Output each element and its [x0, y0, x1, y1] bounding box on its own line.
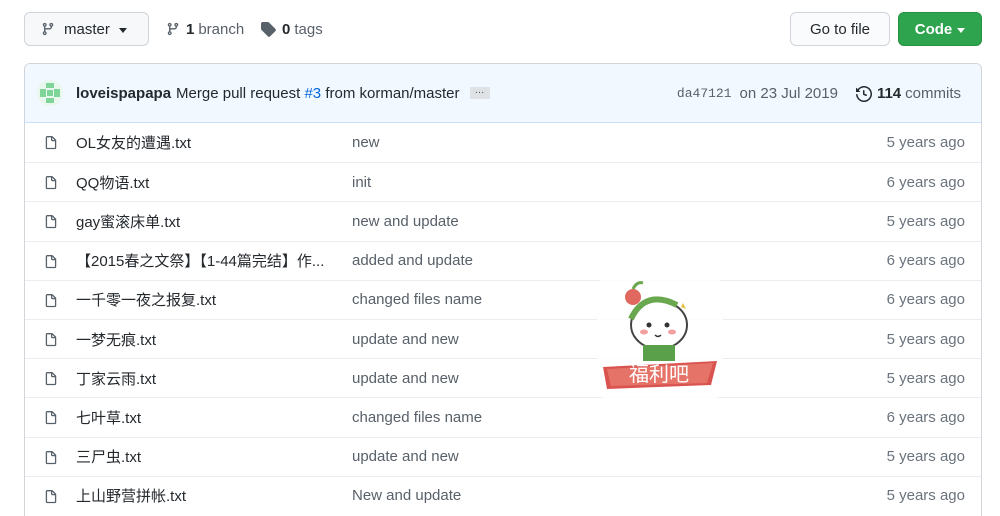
file-age: 5 years ago — [886, 448, 965, 466]
expand-commit-button[interactable]: … — [469, 86, 490, 99]
repo-toolbar: master 1 branch 0 tags Go to file Code — [24, 12, 982, 46]
file-name-link[interactable]: 一千零一夜之报复.txt — [76, 289, 331, 310]
file-name-link[interactable]: 一梦无痕.txt — [76, 329, 331, 350]
file-icon — [45, 372, 57, 386]
file-commit-message[interactable]: update and new — [352, 448, 459, 465]
file-icon — [45, 176, 57, 190]
chevron-down-icon — [118, 27, 127, 33]
file-row[interactable]: QQ物语.txt init 6 years ago — [25, 162, 981, 201]
go-to-file-button[interactable]: Go to file — [790, 12, 890, 46]
file-commit-message[interactable]: New and update — [352, 487, 461, 504]
file-icon — [45, 215, 57, 229]
tag-count: 0 — [282, 20, 291, 38]
branch-select-button[interactable]: master — [24, 12, 149, 46]
watermark: 福利吧 — [597, 275, 723, 401]
commit-count: 114 — [876, 85, 902, 102]
commit-label: commits — [905, 85, 961, 102]
file-age: 5 years ago — [886, 212, 965, 230]
file-name-link[interactable]: gay蜜滚床单.txt — [76, 211, 331, 232]
file-row[interactable]: OL女友的遭遇.txt new 5 years ago — [25, 123, 981, 162]
file-row[interactable]: 一千零一夜之报复.txt changed files name 6 years ag… — [25, 279, 981, 319]
file-icon — [45, 450, 57, 464]
file-row[interactable]: gay蜜滚床单.txt new and update 5 years ago — [25, 201, 981, 240]
file-row[interactable]: 上山野营拼帐.txt New and update 5 years ago — [25, 475, 981, 515]
file-row[interactable]: 一梦无痕.txt update and new 5 years ago — [25, 318, 981, 358]
commits-link[interactable]: 114 commits — [855, 85, 961, 102]
code-button-label: Code — [914, 20, 953, 38]
tags-link[interactable]: 0 tags — [260, 12, 323, 46]
commit-message-end: from korman/master — [325, 84, 460, 102]
file-row[interactable]: 丁家云雨.txt update and new 5 years ago — [25, 358, 981, 397]
commit-message-start: Merge pull request — [176, 84, 301, 102]
branches-link[interactable]: 1 branch — [166, 12, 244, 46]
file-row[interactable]: 【2015春之文祭】【1-44篇完结】作... added and update 6… — [25, 240, 981, 280]
branch-name: master — [64, 20, 110, 38]
file-commit-message[interactable]: init — [352, 174, 371, 191]
file-commit-message[interactable]: changed files name — [352, 291, 482, 308]
git-branch-icon — [167, 22, 179, 36]
file-commit-message[interactable]: new — [352, 134, 380, 151]
history-icon — [855, 85, 872, 102]
file-name-link[interactable]: 丁家云雨.txt — [76, 368, 331, 389]
file-age: 6 years ago — [886, 408, 965, 426]
commit-sha[interactable]: da47121 — [677, 86, 732, 101]
branch-count: 1 — [186, 20, 195, 38]
file-commit-message[interactable]: added and update — [352, 252, 473, 269]
file-name-link[interactable]: 三尸虫.txt — [76, 446, 331, 467]
latest-commit-bar: loveispapapa Merge pull request #3 from … — [25, 64, 981, 123]
tag-icon — [261, 22, 276, 37]
file-icon — [45, 489, 57, 503]
file-commit-message[interactable]: update and new — [352, 370, 459, 387]
file-name-link[interactable]: QQ物语.txt — [76, 172, 331, 193]
file-commit-message[interactable]: new and update — [352, 213, 459, 230]
file-age: 6 years ago — [886, 173, 965, 191]
file-age: 5 years ago — [886, 330, 965, 348]
mascot-logo: 福利吧 — [603, 281, 717, 389]
file-commit-message[interactable]: update and new — [352, 331, 459, 348]
file-icon — [45, 411, 57, 425]
file-row[interactable]: 三尸虫.txt update and new 5 years ago — [25, 436, 981, 476]
branch-label: branch — [198, 20, 245, 38]
chevron-down-icon — [957, 27, 966, 33]
git-branch-icon — [42, 22, 54, 36]
file-icon — [45, 254, 57, 268]
file-age: 5 years ago — [886, 369, 965, 387]
pull-request-link[interactable]: #3 — [304, 85, 321, 102]
commit-meta: da47121 on 23 Jul 2019 114 commits — [677, 64, 961, 123]
file-name-link[interactable]: 七叶草.txt — [76, 407, 331, 428]
file-browser: loveispapapa Merge pull request #3 from … — [24, 63, 982, 516]
file-name-link[interactable]: 上山野营拼帐.txt — [76, 485, 331, 506]
file-icon — [45, 293, 57, 307]
watermark-text: 福利吧 — [629, 362, 689, 386]
commit-message[interactable]: Merge pull request #3 from korman/master — [176, 85, 459, 102]
code-button[interactable]: Code — [898, 12, 982, 46]
file-age: 5 years ago — [886, 487, 965, 505]
file-name-link[interactable]: 【2015春之文祭】【1-44篇完结】作... — [76, 250, 331, 271]
file-age: 6 years ago — [886, 252, 965, 270]
file-row[interactable]: 七叶草.txt changed files name 6 years ago — [25, 397, 981, 436]
file-name-link[interactable]: OL女友的遭遇.txt — [76, 132, 331, 153]
file-icon — [45, 136, 57, 150]
file-age: 5 years ago — [886, 134, 965, 152]
file-age: 6 years ago — [886, 291, 965, 309]
avatar[interactable] — [37, 80, 63, 106]
commit-author[interactable]: loveispapapa — [76, 85, 171, 102]
tag-label: tags — [294, 20, 323, 38]
file-icon — [45, 332, 57, 347]
file-commit-message[interactable]: changed files name — [352, 409, 482, 426]
file-list: OL女友的遭遇.txt new 5 years ago QQ物语.txt init 6 y… — [25, 123, 981, 515]
commit-date: on 23 Jul 2019 — [739, 85, 838, 102]
